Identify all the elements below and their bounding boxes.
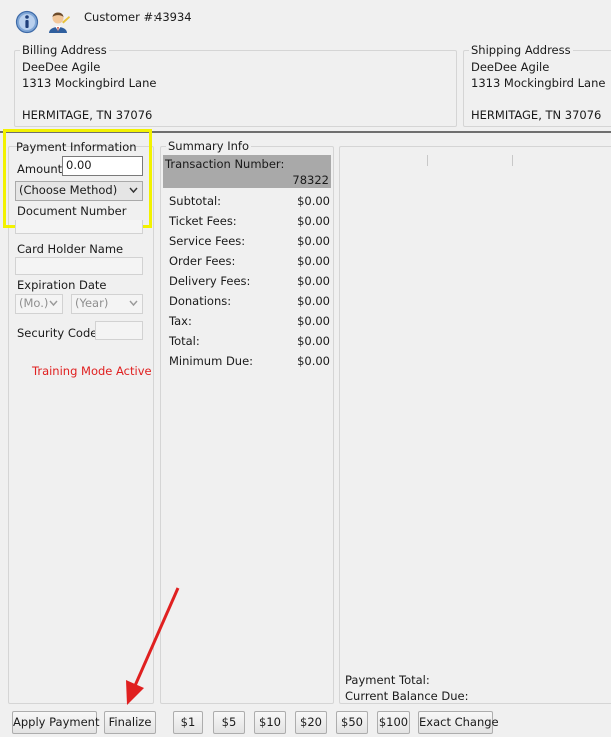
finalize-button[interactable]: Finalize <box>104 711 156 734</box>
billing-street: 1313 Mockingbird Lane <box>22 76 157 90</box>
document-number-input[interactable] <box>15 220 143 234</box>
summary-info-title: Summary Info <box>166 139 251 153</box>
payments-list-panel <box>339 146 611 704</box>
summary-row-delivery-fees: Delivery Fees: $0.00 <box>169 273 330 289</box>
summary-row-subtotal: Subtotal: $0.00 <box>169 193 330 209</box>
summary-label: Ticket Fees: <box>169 214 237 228</box>
expiration-date-label: Expiration Date <box>17 278 107 292</box>
billing-city: HERMITAGE, TN 37076 <box>22 108 153 122</box>
transaction-number-label: Transaction Number: <box>165 157 285 171</box>
summary-value: $0.00 <box>297 354 330 368</box>
apply-payment-button[interactable]: Apply Payment <box>12 711 99 734</box>
transaction-number: 78322 <box>292 173 329 187</box>
summary-row-order-fees: Order Fees: $0.00 <box>169 253 330 269</box>
summary-row-donations: Donations: $0.00 <box>169 293 330 309</box>
amount-input[interactable]: 0.00 <box>62 156 143 176</box>
training-mode-status: Training Mode Active <box>32 364 152 378</box>
chevron-down-icon <box>129 296 138 313</box>
current-balance-label: Current Balance Due: <box>345 689 469 703</box>
payment-total-label: Payment Total: <box>345 673 430 687</box>
billing-address-group: Billing Address DeeDee Agile 1313 Mockin… <box>14 43 457 127</box>
customer-icon[interactable] <box>45 8 70 33</box>
summary-value: $0.00 <box>297 334 330 348</box>
summary-label: Service Fees: <box>169 234 246 248</box>
expiration-month-value: (Mo.) <box>19 296 49 310</box>
info-icon[interactable] <box>15 10 39 34</box>
summary-label: Tax: <box>169 314 192 328</box>
quick-cash-20-button[interactable]: $20 <box>295 711 327 734</box>
annotation-arrow <box>126 587 180 705</box>
security-code-input[interactable] <box>95 321 143 340</box>
quick-cash-10-button[interactable]: $10 <box>254 711 286 734</box>
quick-cash-100-button[interactable]: $100 <box>377 711 410 734</box>
summary-row-service-fees: Service Fees: $0.00 <box>169 233 330 249</box>
expiration-year-value: (Year) <box>75 296 109 310</box>
shipping-address-title: Shipping Address <box>469 43 573 57</box>
summary-row-minimum-due: Minimum Due: $0.00 <box>169 353 330 369</box>
summary-value: $0.00 <box>297 214 330 228</box>
payment-information-title: Payment Information <box>16 140 137 154</box>
summary-label: Delivery Fees: <box>169 274 251 288</box>
summary-label: Minimum Due: <box>169 354 254 368</box>
expiration-year-select[interactable]: (Year) <box>71 294 143 314</box>
shipping-name: DeeDee Agile <box>471 60 550 74</box>
arrow-shaft <box>132 587 180 689</box>
exact-change-button[interactable]: Exact Change <box>418 711 499 734</box>
payment-method-select[interactable]: (Choose Method) <box>15 181 143 201</box>
billing-name: DeeDee Agile <box>22 60 101 74</box>
summary-value: $0.00 <box>297 274 330 288</box>
payment-method-value: (Choose Method) <box>19 183 118 197</box>
column-divider[interactable] <box>512 155 513 166</box>
summary-row-total: Total: $0.00 <box>169 333 330 349</box>
summary-row-tax: Tax: $0.00 <box>169 313 330 329</box>
summary-row-ticket-fees: Ticket Fees: $0.00 <box>169 213 330 229</box>
shipping-address-group: Shipping Address DeeDee Agile 1313 Mocki… <box>463 43 611 127</box>
summary-info-group: Summary Info <box>160 139 334 704</box>
expiration-month-select[interactable]: (Mo.) <box>15 294 63 314</box>
quick-cash-1-button[interactable]: $1 <box>173 711 203 734</box>
document-number-label: Document Number <box>17 204 127 218</box>
summary-label: Total: <box>169 334 200 348</box>
shipping-city: HERMITAGE, TN 37076 <box>471 108 602 122</box>
quick-cash-5-button[interactable]: $5 <box>213 711 245 734</box>
customer-number: 43934 <box>155 10 192 24</box>
chevron-down-icon <box>129 183 138 200</box>
card-holder-label: Card Holder Name <box>17 242 124 256</box>
billing-address-title: Billing Address <box>20 43 109 57</box>
chevron-down-icon <box>49 296 58 313</box>
summary-value: $0.00 <box>297 194 330 208</box>
amount-label: Amount <box>17 162 63 176</box>
customer-number-label: Customer #: <box>84 10 158 24</box>
summary-label: Order Fees: <box>169 254 236 268</box>
summary-value: $0.00 <box>297 314 330 328</box>
summary-label: Subtotal: <box>169 194 222 208</box>
shipping-street: 1313 Mockingbird Lane <box>471 76 606 90</box>
summary-value: $0.00 <box>297 254 330 268</box>
transaction-number-box: Transaction Number: 78322 <box>163 155 331 188</box>
summary-value: $0.00 <box>297 294 330 308</box>
card-holder-input[interactable] <box>15 257 143 275</box>
summary-value: $0.00 <box>297 234 330 248</box>
security-code-label: Security Code <box>17 326 98 340</box>
column-divider[interactable] <box>427 155 428 166</box>
quick-cash-50-button[interactable]: $50 <box>336 711 368 734</box>
summary-label: Donations: <box>169 294 232 308</box>
